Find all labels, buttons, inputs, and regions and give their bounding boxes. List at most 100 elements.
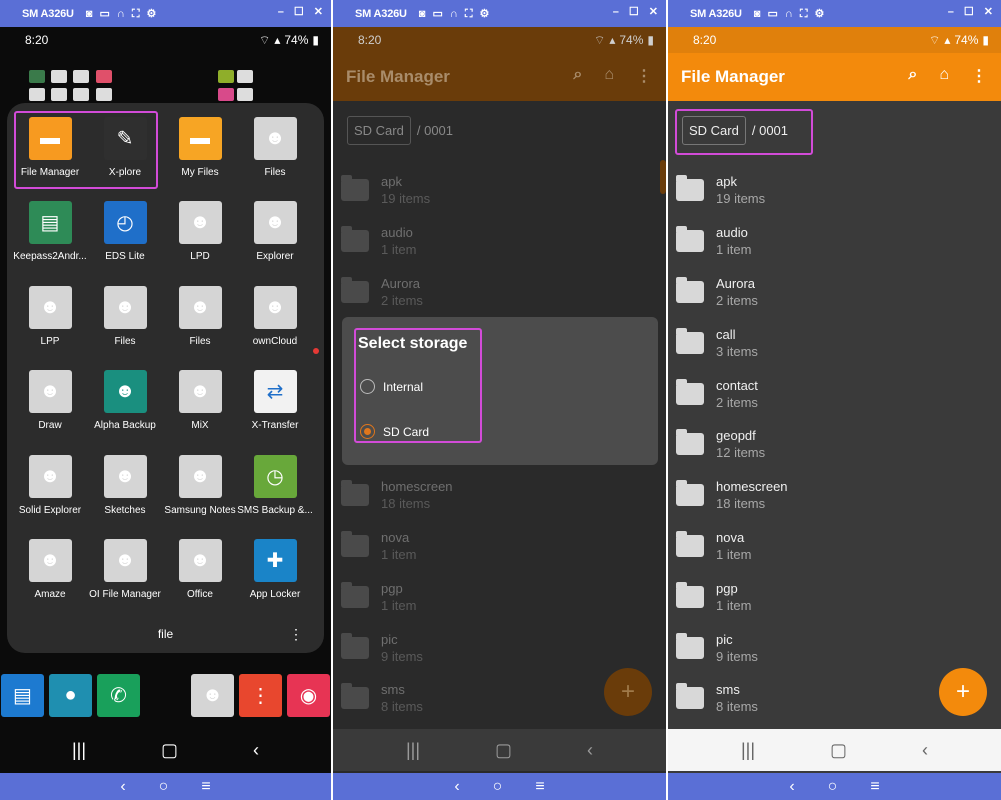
folder-item[interactable]: homescreen 18 items (341, 470, 666, 521)
phone-icon[interactable]: ✆ (97, 674, 140, 717)
headphones-icon[interactable]: ∩ (785, 7, 793, 21)
menu-icon[interactable]: ≡ (535, 778, 544, 796)
fullscreen-icon[interactable]: ⛶ (800, 7, 808, 21)
screen-record-icon[interactable]: ▭ (432, 7, 442, 21)
camera-icon[interactable]: ◙ (86, 7, 93, 21)
maximize-icon[interactable]: ☐ (629, 5, 639, 19)
voice-recorder-icon[interactable]: ⋮ (239, 674, 282, 717)
more-options-icon[interactable]: ⋮ (971, 66, 987, 86)
back-icon[interactable]: ‹ (120, 778, 125, 796)
app-shortcut[interactable]: ☻ Solid Explorer (11, 455, 89, 539)
widget-icon[interactable] (218, 88, 234, 101)
home-icon[interactable]: ▢ (830, 740, 847, 761)
folder-item[interactable]: apk 19 items (676, 165, 1001, 216)
maximize-icon[interactable]: ☐ (294, 5, 304, 19)
app-shortcut[interactable]: ☻ Explorer (236, 201, 314, 285)
menu-icon[interactable]: ≡ (201, 778, 210, 796)
settings-icon[interactable]: ⚙ (147, 7, 157, 21)
recents-icon[interactable]: ||| (741, 740, 755, 761)
app-shortcut[interactable]: ◴ EDS Lite (86, 201, 164, 285)
widget-icon[interactable] (29, 70, 45, 83)
home-icon[interactable]: ○ (828, 778, 838, 796)
screen-record-icon[interactable]: ▭ (99, 7, 109, 21)
fullscreen-icon[interactable]: ⛶ (465, 7, 473, 21)
android-icon[interactable]: ☻ (191, 674, 234, 717)
app-shortcut[interactable]: ☻ Draw (11, 370, 89, 454)
close-icon[interactable]: ✕ (314, 5, 323, 19)
camera-icon[interactable]: ◙ (419, 7, 426, 21)
messages-icon[interactable]: ▤ (1, 674, 44, 717)
headphones-icon[interactable]: ∩ (117, 7, 125, 21)
folder-item[interactable]: pic 9 items (341, 622, 666, 673)
widget-icon[interactable] (51, 88, 67, 101)
app-shortcut[interactable]: ☻ Office (161, 539, 239, 623)
back-icon[interactable]: ‹ (789, 778, 794, 796)
back-icon[interactable]: ‹ (922, 740, 928, 761)
widget-icon[interactable] (73, 88, 89, 101)
widget-icon[interactable] (218, 70, 234, 83)
app-shortcut[interactable]: ⇄ X-Transfer (236, 370, 314, 454)
folder-item[interactable]: contact 2 items (676, 368, 1001, 419)
settings-icon[interactable]: ⚙ (480, 7, 490, 21)
folder-item[interactable]: Aurora 2 items (676, 267, 1001, 318)
breadcrumb-path[interactable]: / 0001 (417, 123, 453, 138)
widget-icon[interactable] (96, 88, 112, 101)
folder-item[interactable]: pgp 1 item (341, 571, 666, 622)
close-icon[interactable]: ✕ (984, 5, 993, 19)
app-shortcut[interactable]: ✚ App Locker (236, 539, 314, 623)
breadcrumb-root[interactable]: SD Card (347, 116, 411, 145)
app-shortcut[interactable]: ☻ Sketches (86, 455, 164, 539)
more-options-icon[interactable]: ⋮ (289, 626, 303, 643)
back-icon[interactable]: ‹ (253, 740, 259, 761)
app-shortcut[interactable]: ☻ OI File Manager (86, 539, 164, 623)
back-icon[interactable]: ‹ (454, 778, 459, 796)
folder-item[interactable]: homescreen 18 items (676, 470, 1001, 521)
app-shortcut[interactable]: ◷ SMS Backup &... (236, 455, 314, 539)
minimize-icon[interactable]: – (278, 5, 284, 19)
folder-item[interactable]: pic 9 items (676, 622, 1001, 673)
folder-item[interactable]: audio 1 item (676, 216, 1001, 267)
folder-item[interactable]: apk 19 items (341, 165, 666, 216)
app-shortcut[interactable]: ☻ Amaze (11, 539, 89, 623)
app-shortcut[interactable]: ☻ LPP (11, 286, 89, 370)
fullscreen-icon[interactable]: ⛶ (132, 7, 140, 21)
add-fab-button[interactable]: + (939, 668, 987, 716)
folder-item[interactable]: pgp 1 item (676, 571, 1001, 622)
minimize-icon[interactable]: – (613, 5, 619, 19)
search-icon[interactable]: ⌕ (573, 66, 582, 86)
add-fab-button[interactable]: + (604, 668, 652, 716)
app-shortcut[interactable]: ▤ Keepass2Andr... (11, 201, 89, 285)
app-shortcut[interactable]: ☻ ownCloud (236, 286, 314, 370)
app-shortcut[interactable]: ☻ Files (161, 286, 239, 370)
home-icon[interactable]: ○ (493, 778, 503, 796)
folder-name[interactable]: file (0, 627, 331, 641)
more-options-icon[interactable]: ⋮ (636, 66, 652, 86)
headphones-icon[interactable]: ∩ (450, 7, 458, 21)
folder-item[interactable]: Aurora 2 items (341, 267, 666, 318)
folder-item[interactable]: nova 1 item (341, 521, 666, 572)
search-icon[interactable]: ⌕ (908, 66, 917, 86)
recents-icon[interactable]: ||| (406, 740, 420, 761)
app-shortcut[interactable]: ▬ My Files (161, 117, 239, 201)
menu-icon[interactable]: ≡ (870, 778, 879, 796)
home-icon[interactable]: ○ (159, 778, 169, 796)
home-icon[interactable]: ▢ (161, 740, 178, 761)
app-shortcut[interactable]: ☻ Files (86, 286, 164, 370)
folder-item[interactable]: nova 1 item (676, 521, 1001, 572)
app-shortcut[interactable]: ☻ Alpha Backup (86, 370, 164, 454)
folder-item[interactable]: call 3 items (676, 317, 1001, 368)
contacts-icon[interactable]: ● (49, 674, 92, 717)
home-icon[interactable]: ⌂ (604, 66, 614, 86)
app-shortcut[interactable]: ☻ Samsung Notes (161, 455, 239, 539)
folder-item[interactable]: geopdf 12 items (676, 419, 1001, 470)
camera-icon[interactable]: ◙ (754, 7, 761, 21)
recents-icon[interactable]: ||| (72, 740, 86, 761)
maximize-icon[interactable]: ☐ (964, 5, 974, 19)
camera-icon[interactable]: ◉ (287, 674, 330, 717)
widget-icon[interactable] (237, 88, 253, 101)
widget-icon[interactable] (73, 70, 89, 83)
widget-icon[interactable] (237, 70, 253, 83)
minimize-icon[interactable]: – (948, 5, 954, 19)
home-icon[interactable]: ⌂ (939, 66, 949, 86)
app-shortcut[interactable]: ☻ LPD (161, 201, 239, 285)
